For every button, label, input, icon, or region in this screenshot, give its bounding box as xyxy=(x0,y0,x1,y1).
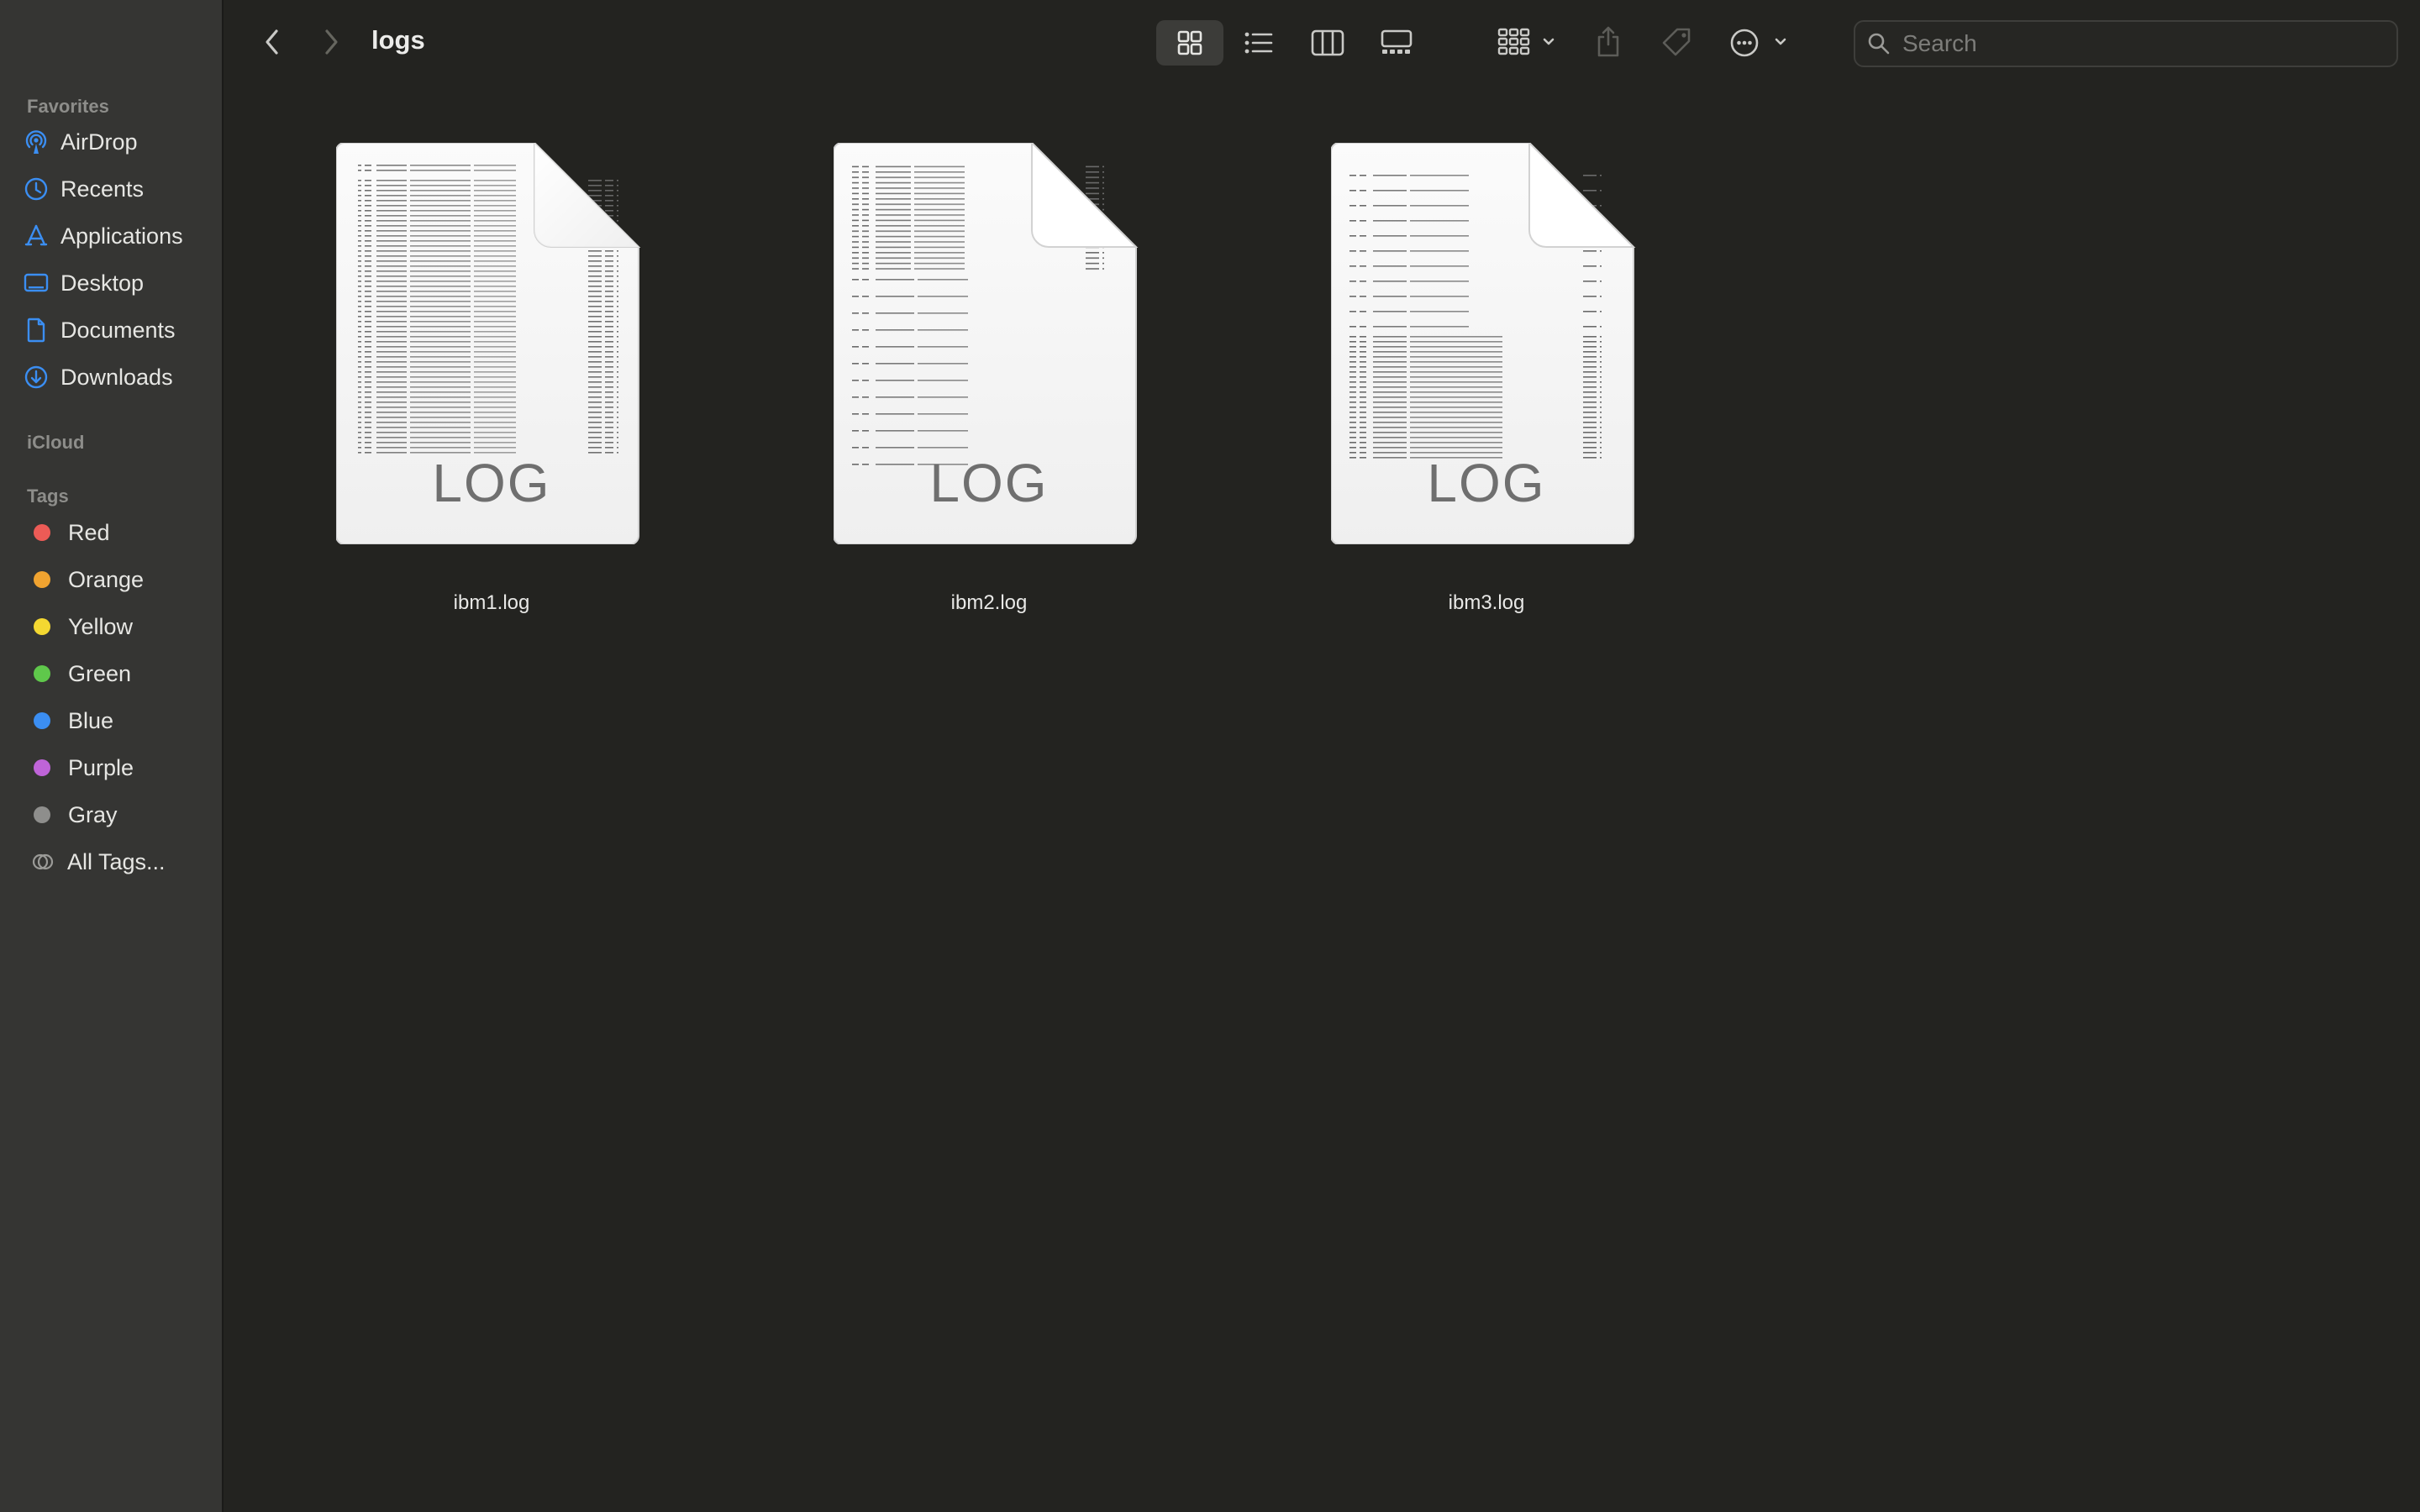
search-icon xyxy=(1867,32,1891,55)
columns-icon xyxy=(1311,29,1344,56)
tag-button[interactable] xyxy=(1659,25,1696,60)
sidebar-section-tags: Tags xyxy=(27,486,69,507)
file-name[interactable]: ibm1.log xyxy=(309,591,674,615)
ellipsis-circle-icon xyxy=(1730,29,1786,57)
sidebar-tag-blue[interactable]: Blue xyxy=(22,701,213,740)
tag-color-dot xyxy=(34,571,50,588)
sidebar-tag-label: Gray xyxy=(68,801,118,827)
tag-color-dot xyxy=(34,524,50,541)
clock-icon xyxy=(22,175,50,203)
list-view-button[interactable] xyxy=(1242,28,1276,58)
sidebar-item-label: Documents xyxy=(60,317,176,343)
sidebar-section-favorites: Favorites xyxy=(27,96,109,117)
sidebar-tag-gray[interactable]: Gray xyxy=(22,795,213,834)
sidebar-item-label: Desktop xyxy=(60,270,145,296)
group-by-button[interactable] xyxy=(1497,25,1561,60)
desktop-icon xyxy=(22,269,50,297)
tag-color-dot xyxy=(34,618,50,635)
sidebar-tag-label: Green xyxy=(68,660,132,686)
search-input[interactable] xyxy=(1901,29,2375,58)
sidebar-item-documents[interactable]: Documents xyxy=(22,311,213,349)
sidebar-tag-yellow[interactable]: Yellow xyxy=(22,607,213,646)
chevron-left-icon xyxy=(266,29,278,55)
download-icon xyxy=(22,363,50,391)
share-button[interactable] xyxy=(1593,24,1623,60)
file-item[interactable]: LOG ibm2.log xyxy=(807,139,1143,627)
gallery-view-button[interactable] xyxy=(1378,28,1415,58)
file-name[interactable]: ibm2.log xyxy=(807,591,1171,615)
sidebar-tag-label: Orange xyxy=(68,566,145,592)
sidebar-item-airdrop[interactable]: AirDrop xyxy=(22,123,213,161)
sidebar-item-applications[interactable]: Applications xyxy=(22,217,213,255)
file-type-label: LOG xyxy=(432,453,551,513)
group-icon xyxy=(1497,28,1555,55)
tag-color-dot xyxy=(34,806,50,823)
window-title: logs xyxy=(371,25,425,55)
list-icon xyxy=(1244,32,1273,54)
share-icon xyxy=(1597,26,1619,57)
document-icon xyxy=(22,316,50,344)
sidebar-tag-label: Yellow xyxy=(68,613,134,639)
sidebar-item-label: Downloads xyxy=(60,364,173,390)
forward-button[interactable] xyxy=(316,25,346,59)
file-type-label: LOG xyxy=(1427,453,1546,513)
sidebar-tag-red[interactable]: Red xyxy=(22,513,213,552)
sidebar-item-downloads[interactable]: Downloads xyxy=(22,358,213,396)
sidebar-tag-green[interactable]: Green xyxy=(22,654,213,693)
sidebar-section-icloud[interactable]: iCloud xyxy=(27,432,84,454)
sidebar-tag-label: All Tags... xyxy=(67,848,166,874)
file-item[interactable]: LOG ibm1.log xyxy=(309,139,645,627)
tag-color-dot xyxy=(34,665,50,682)
all-tags-icon xyxy=(29,848,57,876)
back-button[interactable] xyxy=(257,25,287,59)
finder-window: Favorites AirDrop Recents Applications D… xyxy=(0,0,2420,1512)
column-view-button[interactable] xyxy=(1309,28,1346,58)
sidebar-tag-label: Blue xyxy=(68,707,114,733)
file-name[interactable]: ibm3.log xyxy=(1304,591,1669,615)
search-field[interactable] xyxy=(1854,20,2398,67)
file-item[interactable]: LOG ibm3.log xyxy=(1304,139,1640,627)
sidebar-item-label: AirDrop xyxy=(60,129,138,155)
applications-icon xyxy=(22,222,50,250)
sidebar-tag-purple[interactable]: Purple xyxy=(22,748,213,787)
sidebar-item-desktop[interactable]: Desktop xyxy=(22,264,213,302)
tag-color-dot xyxy=(34,712,50,729)
icon-view-button[interactable] xyxy=(1173,28,1207,58)
sidebar-all-tags[interactable]: All Tags... xyxy=(22,843,213,881)
sidebar-tag-label: Red xyxy=(68,519,110,545)
sidebar-tag-orange[interactable]: Orange xyxy=(22,560,213,599)
tag-color-dot xyxy=(34,759,50,776)
sidebar-item-label: Applications xyxy=(60,223,183,249)
more-actions-button[interactable] xyxy=(1729,25,1791,60)
grid-icon xyxy=(1177,30,1202,55)
sidebar: Favorites AirDrop Recents Applications D… xyxy=(0,0,224,1512)
sidebar-item-recents[interactable]: Recents xyxy=(22,170,213,208)
chevron-right-icon xyxy=(325,29,338,55)
sidebar-item-label: Recents xyxy=(60,176,145,202)
airdrop-icon xyxy=(22,128,50,156)
gallery-icon xyxy=(1381,29,1413,54)
file-type-label: LOG xyxy=(929,453,1049,513)
sidebar-tag-label: Purple xyxy=(68,754,134,780)
tag-icon xyxy=(1662,28,1691,56)
